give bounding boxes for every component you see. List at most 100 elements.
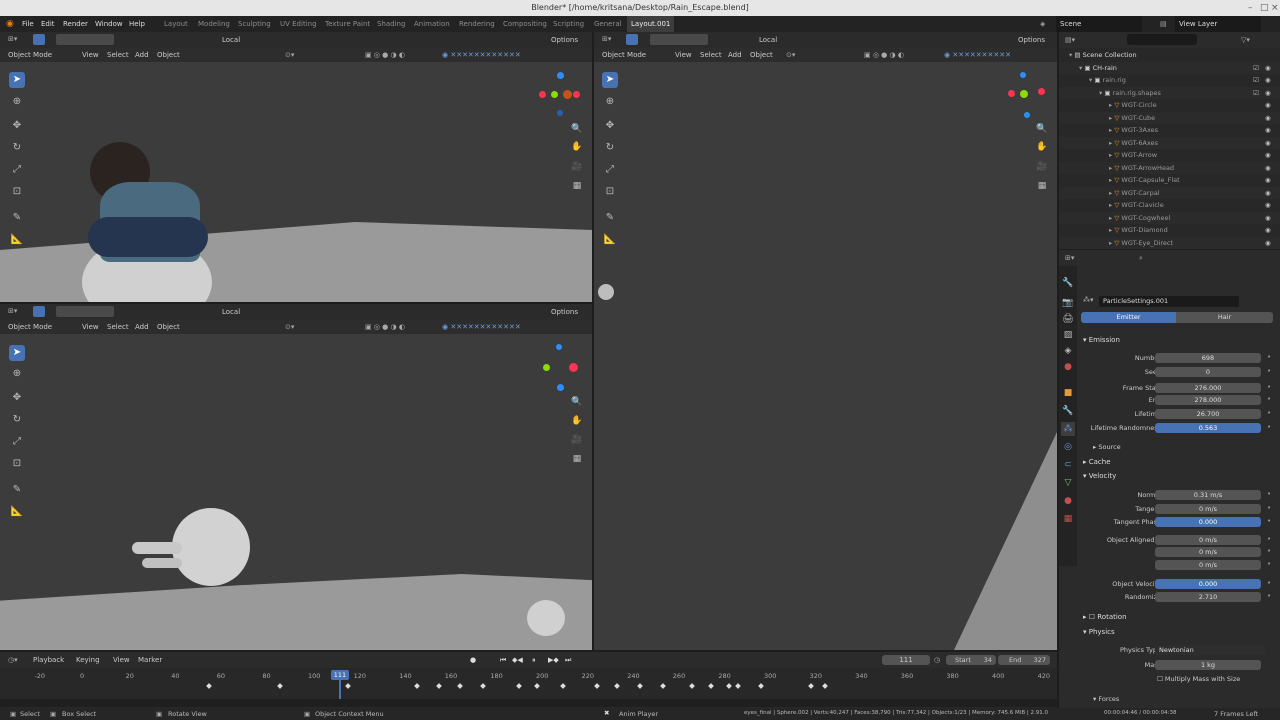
outliner-panel[interactable]: ▤▾ ⌕ ▽▾ ▾ ▤ Scene Collection▾ ▣ CH-rain☑…	[1059, 32, 1280, 250]
particle-settings-selector[interactable]: ⁂▾ ParticleSettings.001	[1083, 296, 1273, 308]
navigation-gizmo[interactable]	[538, 344, 582, 394]
physics-tab-icon[interactable]: ◎	[1061, 440, 1075, 454]
cursor-tool-icon[interactable]: ⊕	[602, 94, 618, 110]
tab-sculpting[interactable]: Sculpting	[238, 16, 271, 32]
visibility-eye-icon[interactable]: ◉	[1265, 149, 1271, 162]
rotate-tool-icon[interactable]: ↻	[9, 412, 25, 428]
menu-object[interactable]: Object	[157, 48, 180, 62]
selection-mode-buttons[interactable]	[56, 34, 114, 45]
scale-tool-icon[interactable]: ⤢	[602, 162, 618, 178]
shading-icons[interactable]: ▣ ◎ ● ◑ ◐	[365, 320, 405, 334]
menu-render[interactable]: Render	[63, 16, 88, 32]
keyframe-diamond[interactable]	[758, 683, 764, 689]
tab-scripting[interactable]: Scripting	[553, 16, 584, 32]
shading-icons[interactable]: ▣ ◎ ● ◑ ◐	[864, 48, 904, 62]
maximize-icon[interactable]: □	[1260, 0, 1269, 16]
outliner-item[interactable]: ▸ ▽ WGT-Diamond ◉	[1059, 224, 1280, 237]
select-box-icon[interactable]	[626, 34, 638, 45]
physics-type-dropdown[interactable]: Newtonian	[1155, 645, 1265, 655]
current-frame-field[interactable]: 111	[882, 655, 930, 665]
next-keyframe-icon[interactable]: ▶◆	[548, 653, 559, 667]
start-frame-field[interactable]: Start 34	[946, 655, 996, 665]
property-field[interactable]: 0 m/s	[1155, 547, 1261, 557]
transform-pivot-icon[interactable]: ⊙▾	[285, 320, 294, 334]
shading-icons[interactable]: ▣ ◎ ● ◑ ◐	[365, 48, 405, 62]
camera-icon[interactable]: 🎥	[1035, 160, 1049, 174]
visibility-eye-icon[interactable]: ◉	[1265, 137, 1271, 150]
section-emission[interactable]: ▾ Emission	[1083, 336, 1120, 344]
keyframe-diamond[interactable]	[457, 683, 463, 689]
exclude-checkbox-icon[interactable]: ☑	[1253, 87, 1259, 100]
transform-tool-icon[interactable]: ⊡	[9, 456, 25, 472]
outliner-item[interactable]: ▸ ▽ WGT-Circle ◉	[1059, 99, 1280, 112]
data-tab-icon[interactable]: ▽	[1061, 476, 1075, 490]
keyframe-dot-icon[interactable]: •	[1267, 592, 1271, 600]
outliner-item[interactable]: ▸ ▽ WGT-Carpal ◉	[1059, 186, 1280, 199]
visibility-filter-icons[interactable]: ◉ ✕✕✕✕✕✕✕✕✕✕✕✕	[442, 320, 521, 334]
outliner-item[interactable]: ▾ ▤ Scene Collection	[1059, 49, 1280, 62]
tab-uv-editing[interactable]: UV Editing	[280, 16, 317, 32]
constraints-tab-icon[interactable]: ⊂	[1061, 458, 1075, 472]
outliner-item[interactable]: ▸ ▽ WGT-Cogwheel ◉	[1059, 211, 1280, 225]
visibility-eye-icon[interactable]: ◉	[1265, 112, 1271, 125]
zoom-icon[interactable]: 🔍	[570, 122, 584, 136]
scene-tab-icon[interactable]: ◈	[1061, 344, 1075, 358]
visibility-eye-icon[interactable]: ◉	[1265, 224, 1271, 237]
timeline-scrollbar[interactable]	[0, 699, 1057, 707]
zoom-icon[interactable]: 🔍	[1035, 122, 1049, 136]
property-field[interactable]: 26.700	[1155, 409, 1261, 419]
close-icon[interactable]: ×	[1271, 0, 1279, 16]
tab-layout-001[interactable]: Layout.001	[627, 16, 675, 32]
texture-tab-icon[interactable]: ▦	[1061, 512, 1075, 526]
menu-keying[interactable]: Keying	[76, 653, 100, 667]
visibility-eye-icon[interactable]: ◉	[1265, 212, 1271, 225]
outliner-item[interactable]: ▸ ▽ WGT-Clavicle ◉	[1059, 199, 1280, 212]
outliner-item[interactable]: ▸ ▽ WGT-6Axes ◉	[1059, 136, 1280, 150]
tab-hair[interactable]: Hair	[1176, 312, 1273, 323]
property-field[interactable]: 0.563	[1155, 423, 1261, 433]
camera-icon[interactable]: 🎥	[570, 433, 584, 447]
menu-object[interactable]: Object	[750, 48, 773, 62]
pan-hand-icon[interactable]: ✋	[570, 140, 584, 154]
mode-dropdown[interactable]: Object Mode	[8, 320, 52, 334]
menu-view[interactable]: View	[82, 320, 99, 334]
menu-view[interactable]: View	[82, 48, 99, 62]
section-cache[interactable]: ▸ Cache	[1083, 458, 1111, 466]
options-dropdown[interactable]: Options	[551, 33, 578, 47]
timeline-panel[interactable]: ◷▾ Playback Keying View Marker ● ⏮ ◆◀ ⏸ …	[0, 652, 1057, 708]
menu-object[interactable]: Object	[157, 320, 180, 334]
end-frame-field[interactable]: End 327	[998, 655, 1050, 665]
scale-tool-icon[interactable]: ⤢	[9, 434, 25, 450]
selection-mode-buttons[interactable]	[650, 34, 708, 45]
annotate-tool-icon[interactable]: ✎	[602, 210, 618, 226]
keyframe-diamond[interactable]	[821, 683, 828, 689]
jump-start-icon[interactable]: ⏮	[500, 653, 506, 667]
annotate-tool-icon[interactable]: ✎	[9, 482, 25, 498]
visibility-eye-icon[interactable]: ◉	[1265, 99, 1271, 112]
visibility-eye-icon[interactable]: ◉	[1265, 237, 1271, 250]
property-field[interactable]: 276.000	[1155, 383, 1261, 393]
pause-icon[interactable]: ⏸	[532, 653, 536, 667]
menu-help[interactable]: Help	[129, 16, 145, 32]
keyframe-diamond[interactable]	[707, 683, 714, 689]
keyframe-dot-icon[interactable]: •	[1267, 423, 1271, 431]
scale-tool-icon[interactable]: ⤢	[9, 162, 25, 178]
tool-tab-icon[interactable]: 🔧	[1061, 276, 1075, 290]
select-tool-icon[interactable]: ➤	[9, 345, 25, 361]
property-field[interactable]: 0.000	[1155, 517, 1261, 527]
zoom-icon[interactable]: 🔍	[570, 395, 584, 409]
measure-tool-icon[interactable]: 📐	[602, 232, 618, 248]
keyframe-dot-icon[interactable]: •	[1267, 560, 1271, 568]
transform-tool-icon[interactable]: ⊡	[602, 184, 618, 200]
rotate-tool-icon[interactable]: ↻	[9, 140, 25, 156]
keyframe-diamond[interactable]	[534, 683, 541, 689]
scene-selector[interactable]: Scene	[1056, 16, 1142, 32]
particles-tab-icon[interactable]: ⁂	[1061, 422, 1075, 436]
blender-logo-icon[interactable]: ◉	[6, 16, 14, 32]
outliner-search-input[interactable]	[1127, 34, 1197, 45]
keyframe-diamond[interactable]	[808, 683, 814, 689]
transform-pivot-icon[interactable]: ⊙▾	[285, 48, 294, 62]
keyframe-diamond[interactable]	[559, 683, 566, 689]
pan-hand-icon[interactable]: ✋	[570, 414, 584, 428]
visibility-eye-icon[interactable]: ◉	[1265, 174, 1271, 187]
